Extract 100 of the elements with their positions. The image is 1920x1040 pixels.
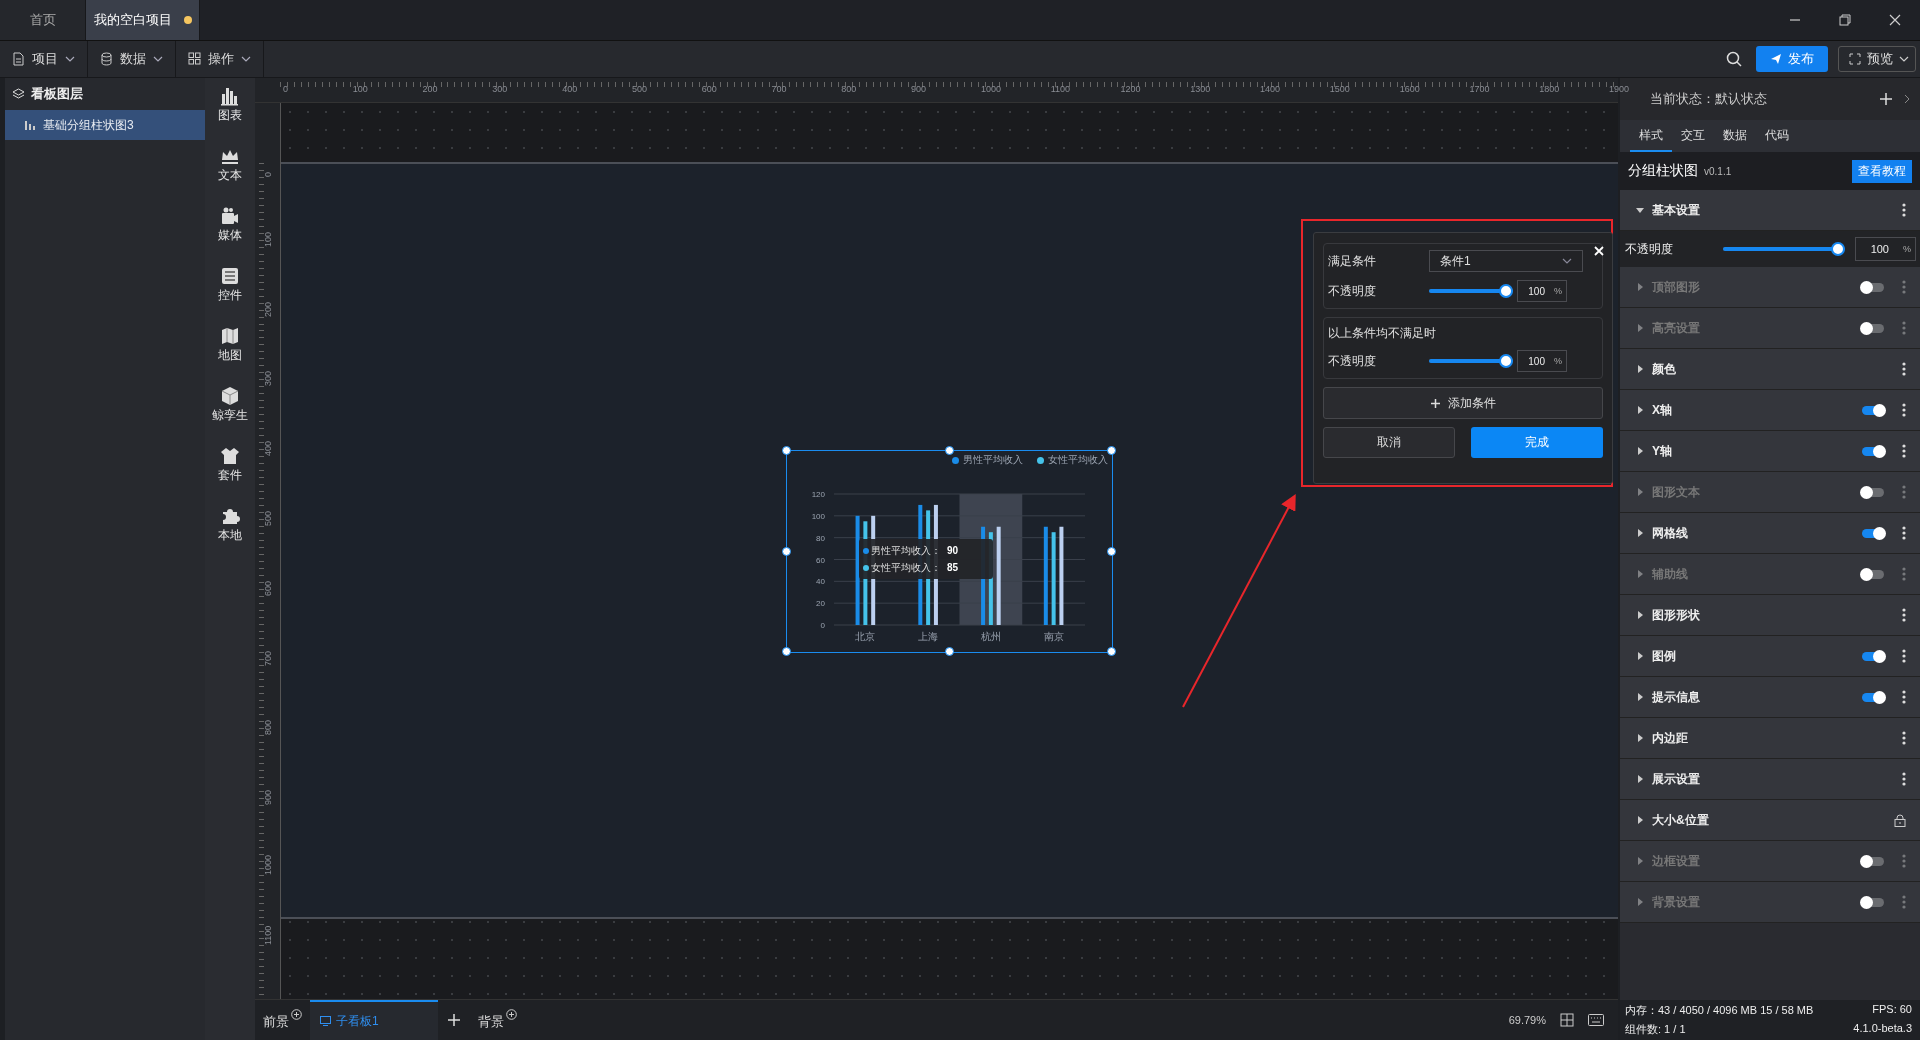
- slider-thumb[interactable]: [1499, 284, 1513, 298]
- resize-handle[interactable]: [782, 446, 791, 455]
- settings-section[interactable]: 颜色: [1620, 349, 1920, 390]
- opacity-input[interactable]: 100 %: [1517, 280, 1567, 302]
- more-icon[interactable]: [1902, 362, 1906, 376]
- component-button[interactable]: 套件: [218, 446, 242, 506]
- resize-handle[interactable]: [944, 647, 954, 656]
- condition-dropdown[interactable]: 条件1: [1429, 250, 1583, 272]
- slider-thumb[interactable]: [1831, 242, 1845, 256]
- component-button[interactable]: 鲸孪生: [212, 386, 248, 446]
- search-icon[interactable]: [1726, 51, 1742, 67]
- resize-handle[interactable]: [782, 647, 791, 656]
- caret-icon: [1562, 258, 1572, 264]
- resize-handle[interactable]: [1107, 446, 1116, 455]
- more-icon[interactable]: [1902, 526, 1906, 540]
- confirm-button[interactable]: 完成: [1471, 427, 1603, 458]
- more-icon[interactable]: [1902, 772, 1906, 786]
- toggle-switch[interactable]: [1862, 282, 1884, 292]
- add-circle-icon: [506, 1009, 517, 1020]
- cancel-button[interactable]: 取消: [1323, 427, 1455, 458]
- component-button[interactable]: 图表: [218, 86, 242, 146]
- chevron-right-icon[interactable]: [1904, 94, 1910, 104]
- zoom-level: 69.79%: [1508, 1014, 1546, 1026]
- settings-section[interactable]: 图形形状: [1620, 595, 1920, 636]
- caret-right-icon: [1636, 611, 1644, 619]
- toggle-switch[interactable]: [1862, 323, 1884, 333]
- resize-handle[interactable]: [782, 546, 791, 556]
- toggle-switch[interactable]: [1862, 692, 1884, 702]
- add-condition-button[interactable]: 添加条件: [1323, 387, 1603, 419]
- settings-section[interactable]: 大小&位置: [1620, 800, 1920, 841]
- settings-section[interactable]: X轴: [1620, 390, 1920, 431]
- caret-down-icon: [1636, 206, 1644, 214]
- axis-label: 0: [820, 621, 825, 630]
- toggle-switch[interactable]: [1862, 651, 1884, 661]
- more-icon[interactable]: [1902, 690, 1906, 704]
- settings-section[interactable]: Y轴: [1620, 431, 1920, 472]
- resize-handle[interactable]: [944, 446, 954, 455]
- settings-section[interactable]: 图例: [1620, 636, 1920, 677]
- project-tab[interactable]: 我的空白项目: [86, 0, 200, 40]
- toggle-switch[interactable]: [1862, 528, 1884, 538]
- resize-handle[interactable]: [1107, 647, 1116, 656]
- more-icon[interactable]: [1902, 608, 1906, 622]
- legend-label: 男性平均收入: [963, 453, 1023, 467]
- menu-button[interactable]: 数据: [88, 41, 176, 77]
- board-tab[interactable]: 子看板1: [310, 1000, 438, 1040]
- settings-section[interactable]: 展示设置: [1620, 759, 1920, 800]
- toggle-switch[interactable]: [1862, 446, 1884, 456]
- toggle-switch[interactable]: [1862, 487, 1884, 497]
- component-button[interactable]: 文本: [218, 146, 242, 206]
- close-icon[interactable]: [1889, 14, 1901, 26]
- toggle-switch[interactable]: [1862, 405, 1884, 415]
- panel-tab[interactable]: 代码: [1756, 120, 1798, 152]
- caret-right-icon: [1636, 693, 1644, 701]
- more-icon[interactable]: [1902, 649, 1906, 663]
- fit-screen-icon[interactable]: [1560, 1013, 1574, 1027]
- panel-tab[interactable]: 交互: [1672, 120, 1714, 152]
- keyboard-icon[interactable]: [1588, 1014, 1604, 1026]
- settings-section[interactable]: 网格线: [1620, 513, 1920, 554]
- ruler-label: 1400: [1260, 84, 1281, 94]
- more-icon[interactable]: [1902, 403, 1906, 417]
- toggle-switch[interactable]: [1862, 569, 1884, 579]
- more-icon[interactable]: [1902, 731, 1906, 745]
- resize-handle[interactable]: [1107, 546, 1116, 556]
- slider-thumb[interactable]: [1499, 354, 1513, 368]
- caret-right-icon: [1636, 816, 1644, 824]
- restore-icon[interactable]: [1839, 14, 1851, 26]
- layer-item[interactable]: 基础分组柱状图3: [5, 110, 205, 140]
- project-tab[interactable]: 首页: [0, 0, 86, 40]
- axis-label: 60: [816, 555, 825, 565]
- settings-section[interactable]: 基本设置: [1620, 190, 1920, 231]
- component-button[interactable]: 本地: [218, 506, 242, 566]
- component-button[interactable]: 控件: [218, 266, 242, 326]
- component-button[interactable]: 媒体: [218, 206, 242, 266]
- legend-label: 女性平均收入: [1048, 453, 1108, 467]
- component-button[interactable]: 地图: [218, 326, 242, 386]
- foreground-tab[interactable]: 前景: [255, 1009, 310, 1031]
- opacity-input[interactable]: 100 %: [1855, 237, 1916, 261]
- toggle-switch[interactable]: [1862, 856, 1884, 866]
- publish-button[interactable]: 发布: [1756, 46, 1828, 72]
- opacity-slider[interactable]: [1723, 242, 1845, 256]
- background-tab[interactable]: 背景: [470, 1009, 525, 1031]
- tutorial-button[interactable]: 查看教程: [1852, 159, 1912, 183]
- add-icon[interactable]: [448, 1014, 460, 1026]
- ruler-label: 500: [263, 510, 273, 526]
- panel-tab[interactable]: 数据: [1714, 120, 1756, 152]
- caret-right-icon: [1636, 570, 1644, 578]
- more-icon[interactable]: [1902, 203, 1906, 217]
- more-icon[interactable]: [1902, 444, 1906, 458]
- opacity-slider[interactable]: [1429, 354, 1513, 368]
- opacity-slider[interactable]: [1429, 284, 1513, 298]
- unit-label: %: [1554, 286, 1562, 296]
- add-icon[interactable]: [1880, 93, 1892, 105]
- menu-button[interactable]: 操作: [176, 41, 264, 77]
- menu-button[interactable]: 项目: [0, 41, 88, 77]
- settings-section[interactable]: 提示信息: [1620, 677, 1920, 718]
- preview-button[interactable]: 预览: [1838, 46, 1916, 72]
- settings-section[interactable]: 内边距: [1620, 718, 1920, 759]
- opacity-input[interactable]: 100 %: [1517, 350, 1567, 372]
- ruler-label: 700: [263, 650, 273, 666]
- toggle-switch[interactable]: [1862, 897, 1884, 907]
